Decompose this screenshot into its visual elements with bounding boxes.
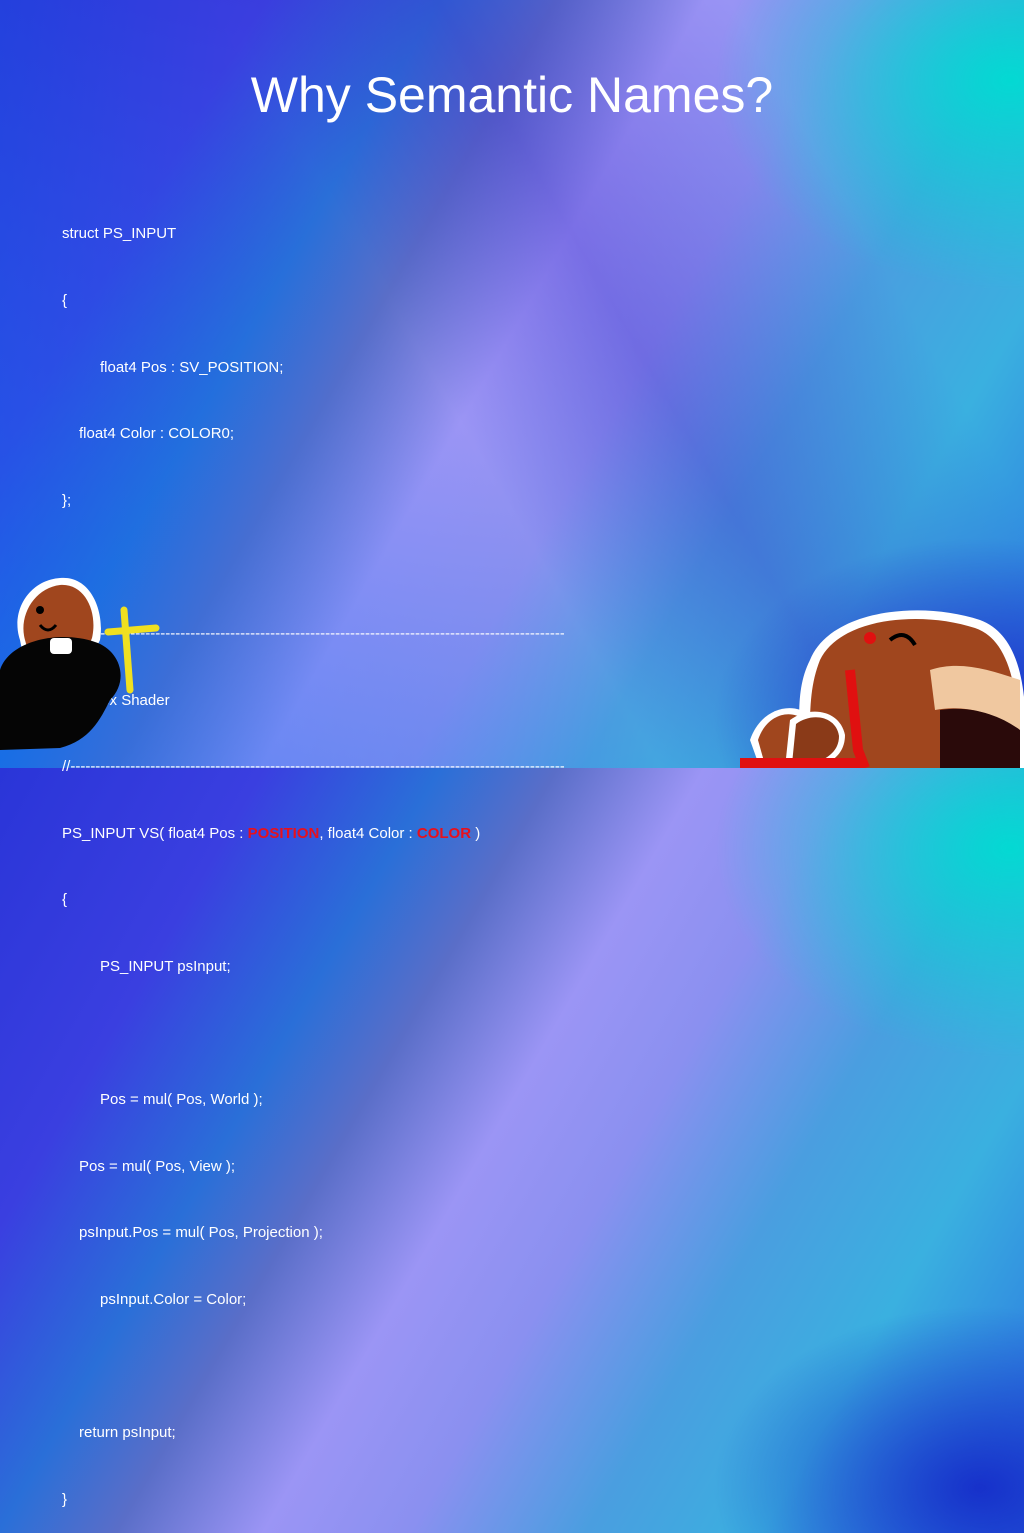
code-line: };	[62, 491, 72, 509]
code-line: PS_INPUT psInput;	[100, 957, 231, 975]
creature-eating-illustration	[740, 610, 1024, 768]
slide-title: Why Semantic Names?	[250, 67, 774, 123]
code-text: , float4 Color :	[319, 824, 417, 842]
code-line: struct PS_INPUT	[62, 225, 177, 243]
semantic-color: COLOR	[416, 824, 472, 842]
priest-creature-illustration	[0, 577, 160, 750]
code-text: PS_INPUT VS( float4 Pos :	[62, 824, 248, 842]
code-line: float4 Pos : SV_POSITION;	[100, 358, 284, 376]
code-text: )	[471, 824, 481, 842]
code-line: return psInput;	[79, 1424, 176, 1442]
code-line: psInput.Color = Color;	[100, 1290, 247, 1308]
code-line: float4 Color : COLOR0;	[79, 425, 235, 443]
code-line: {	[62, 292, 68, 309]
semantic-position: POSITION	[247, 824, 320, 842]
code-line: Pos = mul( Pos, World );	[100, 1091, 263, 1109]
code-block: struct PS_INPUT { float4 Pos : SV_POSITI…	[62, 179, 564, 1533]
code-line: Pos = mul( Pos, View );	[79, 1157, 236, 1175]
code-line: {	[62, 891, 68, 909]
code-line: }	[62, 1490, 68, 1508]
code-line: psInput.Pos = mul( Pos, Projection );	[79, 1224, 323, 1242]
code-line-signature: PS_INPUT VS( float4 Pos : POSITION, floa…	[62, 823, 564, 845]
